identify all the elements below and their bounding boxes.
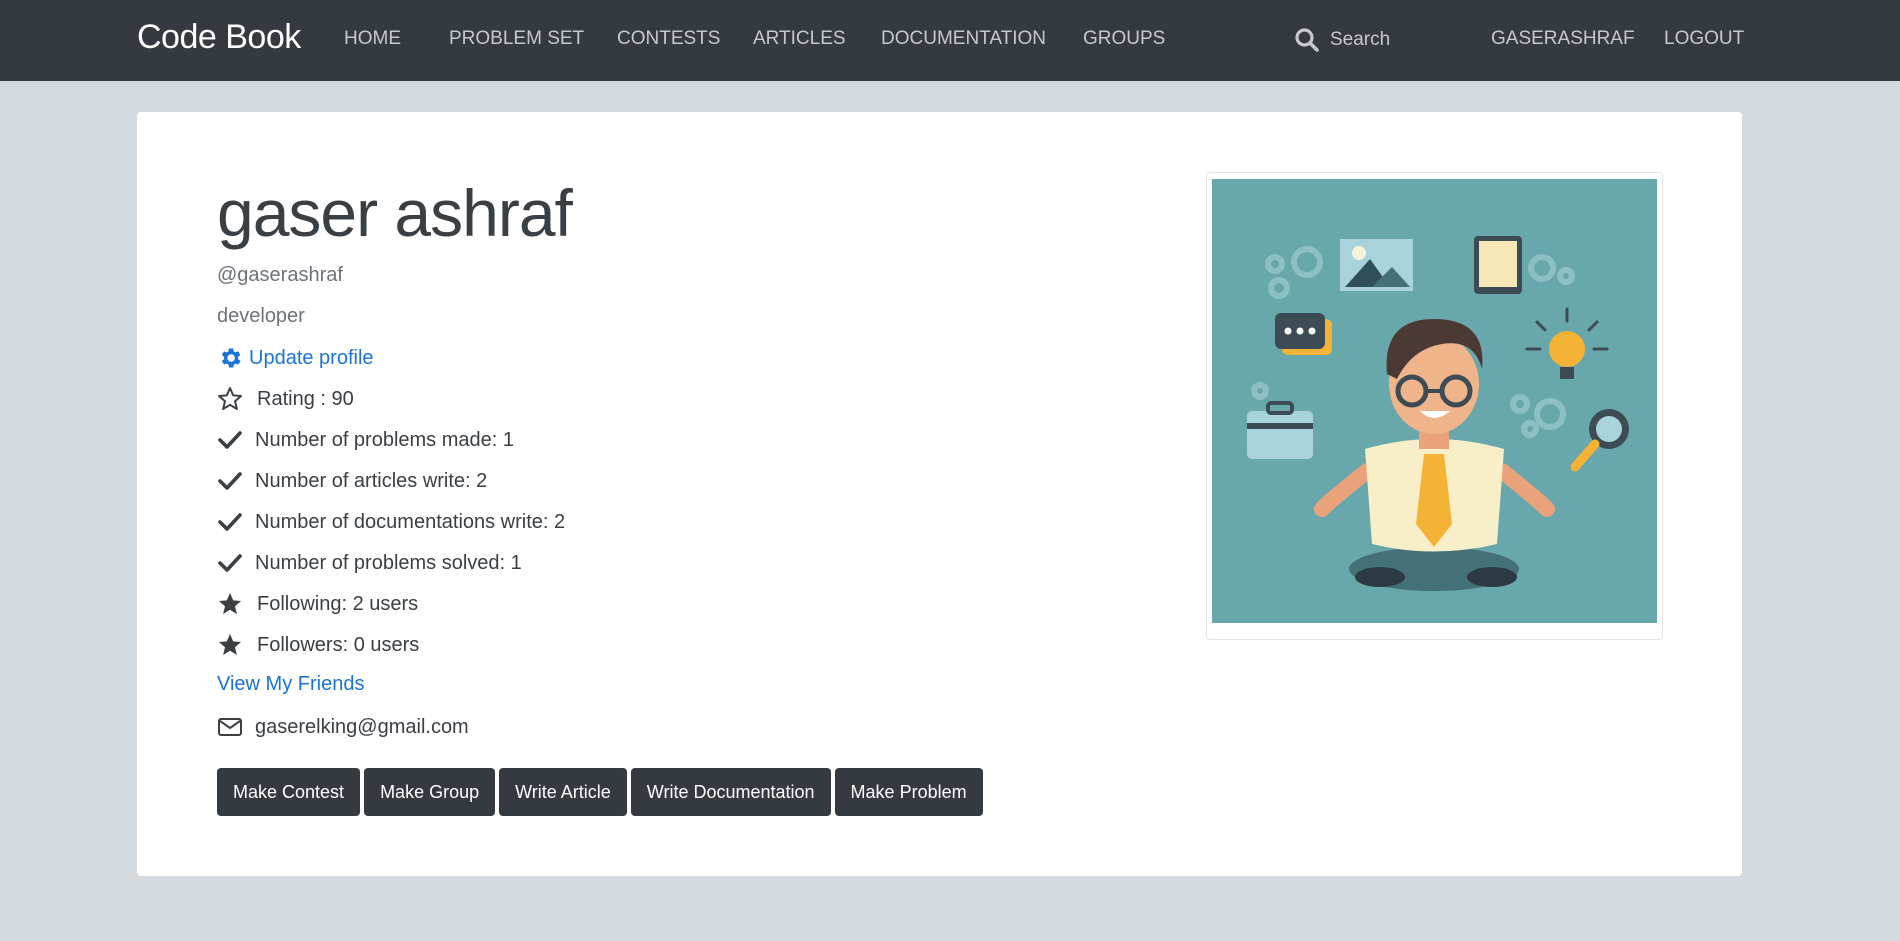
update-profile-label: Update profile: [249, 346, 374, 369]
search-input[interactable]: [1330, 24, 1480, 56]
stat-label: Number of articles write: 2: [255, 469, 488, 492]
nav-documentation[interactable]: DOCUMENTATION: [881, 28, 1046, 50]
check-icon: [217, 427, 243, 453]
nav-articles[interactable]: ARTICLES: [753, 28, 846, 50]
star-icon: [217, 632, 243, 658]
profile-handle: @gaserashraf: [217, 264, 343, 286]
star-outline-icon: [217, 386, 243, 412]
check-icon: [217, 468, 243, 494]
check-icon: [217, 509, 243, 535]
stat-documentations-written: Number of documentations write: 2: [217, 509, 565, 535]
top-navbar: Code Book HOME PROBLEM SET CONTESTS ARTI…: [0, 0, 1900, 81]
stat-label: Number of problems solved: 1: [255, 551, 522, 574]
write-documentation-button[interactable]: Write Documentation: [630, 768, 831, 816]
search-icon[interactable]: [1294, 27, 1320, 53]
brand-logo[interactable]: Code Book: [137, 18, 301, 57]
make-problem-button[interactable]: Make Problem: [834, 768, 983, 816]
make-contest-button[interactable]: Make Contest: [217, 768, 361, 816]
update-profile-link[interactable]: Update profile: [217, 345, 374, 371]
followers-label: Followers: 0 users: [257, 633, 420, 656]
profile-name: gaser ashraf: [217, 176, 573, 250]
action-buttons: Make Contest Make Group Write Article Wr…: [217, 768, 983, 816]
followers-row: Followers: 0 users: [217, 632, 419, 658]
stat-label: Number of problems made: 1: [255, 428, 515, 451]
nav-user-profile[interactable]: GASERASHRAF: [1491, 28, 1635, 50]
nav-groups[interactable]: GROUPS: [1083, 28, 1165, 50]
stat-problems-made: Number of problems made: 1: [217, 427, 514, 453]
stat-articles-written: Number of articles write: 2: [217, 468, 487, 494]
stat-label: Number of documentations write: 2: [255, 510, 566, 533]
email-row: gaserelking@gmail.com: [217, 714, 469, 740]
check-icon: [217, 550, 243, 576]
envelope-icon: [217, 714, 243, 740]
write-article-button[interactable]: Write Article: [499, 768, 627, 816]
following-label: Following: 2 users: [257, 592, 419, 615]
email-label: gaserelking@gmail.com: [255, 715, 469, 738]
star-icon: [217, 591, 243, 617]
nav-contests[interactable]: CONTESTS: [617, 28, 720, 50]
stat-problems-solved: Number of problems solved: 1: [217, 550, 522, 576]
make-group-button[interactable]: Make Group: [364, 768, 496, 816]
rating-label: Rating : 90: [257, 387, 354, 410]
following-row: Following: 2 users: [217, 591, 418, 617]
rating-row: Rating : 90: [217, 386, 354, 412]
view-friends-link[interactable]: View My Friends: [217, 673, 364, 696]
avatar-frame: [1206, 172, 1663, 640]
nav-logout[interactable]: LOGOUT: [1664, 28, 1744, 50]
nav-home[interactable]: HOME: [344, 28, 401, 50]
nav-problem-set[interactable]: PROBLEM SET: [449, 28, 584, 50]
avatar: [1212, 179, 1657, 623]
profile-role: developer: [217, 305, 305, 327]
gear-icon: [217, 345, 241, 371]
